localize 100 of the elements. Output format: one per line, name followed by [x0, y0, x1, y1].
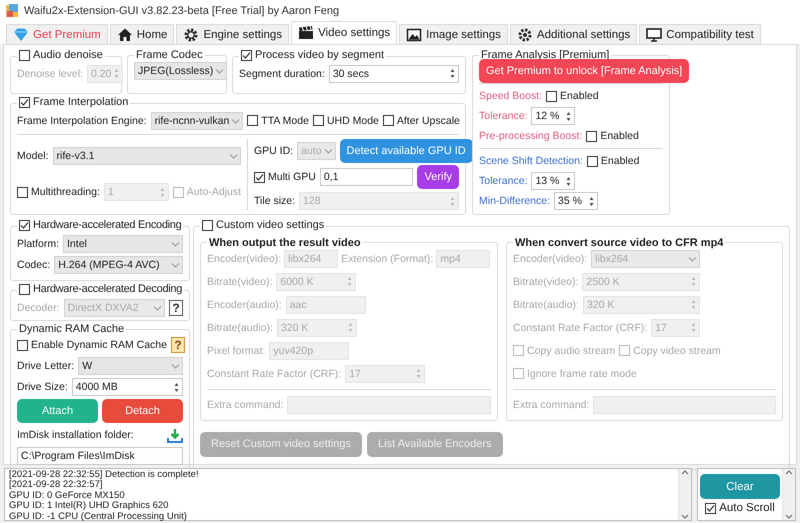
field-label: Pixel format:	[207, 344, 266, 356]
tab[interactable]: Additional settings	[510, 24, 638, 44]
field-label: Segment duration:	[239, 68, 325, 80]
tab[interactable]: Image settings	[399, 24, 508, 44]
stepper-icon[interactable]	[173, 380, 180, 394]
tab[interactable]: Home	[110, 24, 174, 44]
checkbox-icon[interactable]	[19, 284, 30, 294]
button[interactable]: Get Premium to unlock [Frame Analysis]	[479, 59, 690, 83]
field-label: Frame Interpolation Engine:	[17, 114, 147, 126]
checkbox-icon[interactable]	[19, 50, 30, 60]
field-label: Platform:	[17, 238, 60, 250]
checkbox[interactable]: Enabled	[586, 130, 639, 142]
tab[interactable]: Engine settings	[176, 24, 290, 44]
field-label: Pre-processing Boost:	[479, 130, 582, 142]
spin-box[interactable]: 13 %	[531, 172, 576, 190]
dropdown[interactable]: rife-v3.1	[52, 147, 241, 166]
checkbox[interactable]: Enabled	[546, 90, 599, 102]
field-label: Model:	[17, 150, 49, 162]
checkbox-icon[interactable]	[19, 96, 30, 108]
stepper-icon[interactable]	[565, 174, 572, 188]
field-label: When convert source video to CFR mp4	[515, 236, 724, 248]
log-line: GPU ID: 1 Intel(R) UHD Graphics 620	[9, 501, 170, 512]
text-field[interactable]: 0,1	[320, 168, 414, 186]
field-label: Tolerance:	[479, 175, 528, 187]
checkbox[interactable]: Multi GPU	[254, 171, 316, 184]
caret-icon	[229, 153, 238, 160]
spin-box[interactable]: 35 %	[554, 192, 598, 210]
checkbox-icon[interactable]	[241, 50, 252, 60]
checkbox-icon[interactable]	[586, 130, 598, 142]
caret-icon	[171, 240, 180, 246]
log-line: [2021-09-28 22:32:57]	[9, 480, 104, 491]
tab[interactable]: Video settings	[291, 21, 398, 44]
checkbox[interactable]: Audio denoise	[19, 49, 103, 61]
checkbox-icon[interactable]	[202, 220, 213, 230]
field-label: Scene Shift Detection:	[479, 155, 583, 167]
field-label: Bitrate(video):	[207, 276, 272, 288]
checkbox-icon[interactable]	[546, 90, 558, 102]
button[interactable]: Detach	[102, 399, 183, 423]
checkbox[interactable]: Auto Scroll	[705, 502, 775, 514]
checkbox-icon[interactable]	[705, 502, 716, 514]
spin-box[interactable]: 30 secs	[328, 64, 459, 82]
spin-box[interactable]: 12 %	[531, 107, 576, 125]
checkbox[interactable]: Enable Dynamic RAM Cache	[17, 339, 167, 351]
gear-icon	[183, 26, 200, 42]
log-line: [2021-09-28 22:32:55] Detection is complete!	[9, 470, 200, 480]
field-label: Constant Rate Factor (CRF):	[513, 322, 648, 334]
scrollbar[interactable]	[782, 469, 795, 520]
checkbox-icon[interactable]	[254, 172, 265, 183]
field-label: Extra command:	[513, 398, 590, 410]
caret-icon	[324, 148, 333, 154]
checkbox-icon[interactable]	[247, 115, 258, 126]
checkbox[interactable]: Custom video settings	[202, 219, 324, 231]
field-label: Encoder(video):	[207, 252, 282, 264]
button[interactable]: Verify	[417, 165, 459, 190]
caret-icon	[231, 118, 240, 124]
dropdown[interactable]: Intel	[63, 234, 183, 252]
download-icon[interactable]	[167, 428, 183, 442]
field-label: Dynamic RAM Cache	[19, 323, 124, 335]
field-label: Bitrate(audio):	[207, 322, 273, 334]
checkbox-icon[interactable]	[586, 156, 598, 166]
field-label: Frame Codec	[136, 49, 203, 61]
text-field[interactable]: C:\Program Files\ImDisk	[17, 447, 183, 465]
field-label: Encoder(video):	[513, 252, 588, 264]
checkbox-icon[interactable]	[17, 340, 28, 350]
field-label: Constant Rate Factor (CRF):	[207, 368, 342, 380]
field-label: Extension (Format):	[341, 252, 434, 264]
checkbox[interactable]: After Upscale	[382, 114, 460, 126]
field-label: Min-Difference:	[479, 195, 550, 207]
dropdown[interactable]: H.264 (MPEG-4 AVC)	[54, 256, 183, 274]
checkbox[interactable]: Multithreading:	[17, 186, 100, 198]
stepper-icon[interactable]	[565, 110, 572, 122]
dropdown[interactable]: W	[78, 357, 183, 375]
stepper-icon[interactable]	[449, 67, 456, 80]
scrollbar[interactable]	[678, 469, 691, 520]
tab[interactable]: Compatibility test	[639, 24, 761, 44]
caret-icon	[688, 256, 697, 262]
checkbox[interactable]: Hardware-accelerated Encoding	[19, 219, 182, 231]
field-label: Tile size:	[254, 195, 296, 207]
checkbox[interactable]: UHD Mode	[312, 114, 379, 126]
checkbox-icon[interactable]	[312, 115, 324, 126]
spin-box[interactable]: 4000 MB	[72, 378, 183, 396]
checkbox[interactable]: Process video by segment	[241, 49, 384, 61]
checkbox[interactable]: Enabled	[586, 155, 640, 167]
checkbox-icon[interactable]	[382, 115, 394, 126]
field-label: Extra command:	[207, 398, 284, 410]
checkbox-icon[interactable]	[17, 186, 28, 198]
dropdown[interactable]: JPEG(Lossless)	[134, 62, 228, 80]
checkbox[interactable]: Frame Interpolation	[19, 96, 128, 108]
checkbox[interactable]: Hardware-accelerated Decoding	[19, 283, 182, 295]
home-icon	[116, 26, 133, 42]
stepper-icon[interactable]	[588, 194, 595, 208]
checkbox[interactable]: TTA Mode	[247, 114, 309, 126]
checkbox-icon[interactable]	[19, 220, 30, 230]
field-label: Frame Analysis [Premium]	[481, 49, 610, 61]
app-icon	[5, 3, 19, 18]
dropdown[interactable]: rife-ncnn-vulkan	[150, 112, 244, 130]
help-button[interactable]: ?	[170, 337, 185, 353]
field-label: Bitrate(video):	[513, 276, 578, 288]
field-label: When output the result video	[209, 236, 361, 248]
field-label: Speed Boost:	[479, 90, 542, 102]
